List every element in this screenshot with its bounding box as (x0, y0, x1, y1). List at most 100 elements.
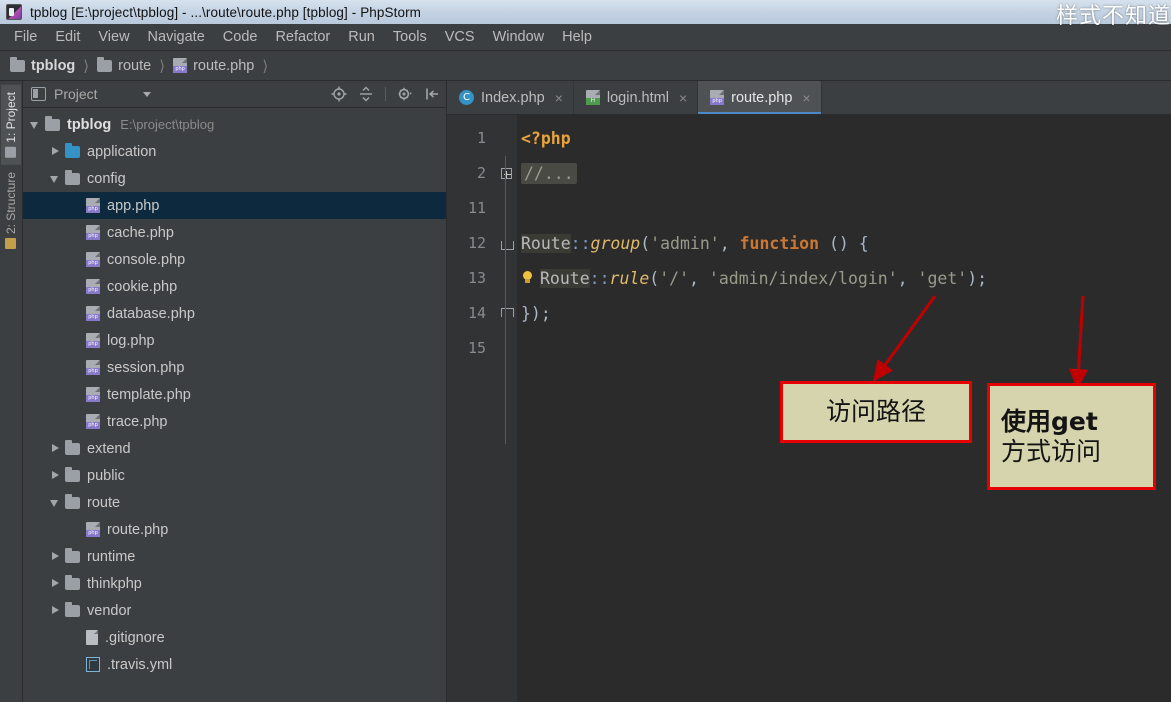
editor-tab-label: Index.php (481, 89, 545, 106)
code-token-class: Route (540, 269, 590, 288)
phpstorm-app-icon (6, 4, 22, 20)
project-file-tree[interactable]: tpblog E:\project\tpblog application con… (23, 108, 446, 702)
hide-panel-icon[interactable] (424, 86, 440, 102)
fold-collapse-group[interactable] (495, 226, 517, 261)
tree-row[interactable]: tpblog E:\project\tpblog (23, 111, 446, 138)
line-number: 11 (467, 199, 486, 217)
locate-target-icon[interactable] (331, 86, 347, 102)
editor-tab-label: route.php (731, 89, 793, 106)
chevron-right-icon[interactable] (49, 469, 62, 482)
editor-tab-login-html[interactable]: login.html × (574, 81, 699, 114)
tool-tab-project[interactable]: 1: Project (1, 85, 21, 165)
tree-item-label: tpblog (67, 116, 112, 133)
menu-item-tools[interactable]: Tools (384, 27, 436, 47)
close-icon[interactable]: × (802, 90, 810, 106)
tree-row[interactable]: .gitignore (23, 624, 446, 651)
fold-slot (495, 331, 517, 366)
menu-item-refactor[interactable]: Refactor (266, 27, 339, 47)
breadcrumb: tpblog ⟩ route ⟩ route.php ⟩ (0, 51, 1171, 81)
tree-row[interactable]: application (23, 138, 446, 165)
editor-tab-index-php[interactable]: C Index.php × (447, 81, 574, 114)
chevron-right-icon[interactable] (49, 604, 62, 617)
folder-icon (97, 56, 113, 72)
menu-item-run[interactable]: Run (339, 27, 384, 47)
code-token-rest: () { (819, 234, 869, 253)
tree-row[interactable]: vendor (23, 597, 446, 624)
fold-expand-comment[interactable] (495, 156, 517, 191)
fold-end-marker[interactable] (495, 296, 517, 331)
menu-item-help[interactable]: Help (553, 27, 601, 47)
code-folding-gutter[interactable] (495, 115, 517, 702)
folder-blue-icon (65, 142, 80, 158)
breadcrumb-item-route-php[interactable]: route.php (171, 58, 256, 74)
tool-tab-label: 1: Project (4, 92, 18, 143)
chevron-down-icon[interactable] (29, 118, 42, 131)
tree-row[interactable]: route.php (23, 516, 446, 543)
project-panel-title: Project (54, 86, 98, 102)
tree-row[interactable]: cookie.php (23, 273, 446, 300)
php-file-icon (86, 360, 100, 375)
php-file-icon (86, 279, 100, 294)
tree-row[interactable]: app.php (23, 192, 446, 219)
php-file-icon (86, 387, 100, 402)
tree-row[interactable]: log.php (23, 327, 446, 354)
line-number: 12 (467, 234, 486, 252)
tree-row[interactable]: .travis.yml (23, 651, 446, 678)
tree-row[interactable]: extend (23, 435, 446, 462)
code-token-operator: :: (570, 234, 591, 253)
close-icon[interactable]: × (679, 90, 687, 106)
php-open-tag: <?php (521, 129, 571, 148)
tree-row[interactable]: template.php (23, 381, 446, 408)
menu-item-window[interactable]: Window (484, 27, 554, 47)
code-token-string: 'admin/index/login' (708, 269, 898, 288)
code-line-1: <?php (517, 121, 1171, 156)
folded-comment[interactable]: //... (521, 163, 577, 184)
breadcrumb-item-tpblog[interactable]: tpblog (8, 56, 77, 74)
tree-row[interactable]: route (23, 489, 446, 516)
menu-item-edit[interactable]: Edit (46, 27, 89, 47)
chevron-right-icon[interactable] (49, 550, 62, 563)
tree-row[interactable]: thinkphp (23, 570, 446, 597)
tree-item-label: console.php (107, 251, 186, 268)
chevron-right-icon[interactable] (49, 145, 62, 158)
code-editor[interactable]: 1 2 11 12 13 14 15 <?php //... Route::gr… (447, 115, 1171, 702)
tree-row[interactable]: database.php (23, 300, 446, 327)
folder-icon (65, 169, 80, 185)
breadcrumb-item-route[interactable]: route (95, 56, 153, 74)
editor-tab-bar: C Index.php × login.html × route.php × (447, 81, 1171, 115)
chevron-down-icon[interactable] (142, 91, 151, 97)
folder-icon (65, 493, 80, 509)
editor-area: C Index.php × login.html × route.php × 1… (447, 81, 1171, 702)
code-token-end: ); (967, 269, 988, 288)
php-file-icon (173, 58, 188, 73)
tree-row[interactable]: runtime (23, 543, 446, 570)
chevron-down-icon[interactable] (49, 496, 62, 509)
tree-row[interactable]: session.php (23, 354, 446, 381)
tool-tab-structure[interactable]: 2: Structure (1, 165, 21, 256)
intention-bulb-icon[interactable] (521, 271, 534, 287)
menu-item-view[interactable]: View (89, 27, 138, 47)
menu-item-vcs[interactable]: VCS (436, 27, 484, 47)
code-content[interactable]: <?php //... Route::group('admin', functi… (517, 115, 1171, 702)
collapse-all-icon[interactable] (358, 86, 374, 102)
editor-tab-route-php[interactable]: route.php × (698, 81, 822, 114)
tree-item-label: session.php (107, 359, 185, 376)
chevron-right-icon[interactable] (49, 442, 62, 455)
tree-row[interactable]: public (23, 462, 446, 489)
folder-icon (65, 601, 80, 617)
menu-item-file[interactable]: File (5, 27, 46, 47)
tree-row[interactable]: trace.php (23, 408, 446, 435)
tree-row[interactable]: cache.php (23, 219, 446, 246)
text-file-icon (86, 630, 98, 645)
menu-item-code[interactable]: Code (214, 27, 267, 47)
menu-item-navigate[interactable]: Navigate (139, 27, 214, 47)
chevron-down-icon[interactable] (49, 172, 62, 185)
tree-item-label: .travis.yml (107, 656, 173, 673)
tree-row[interactable]: console.php (23, 246, 446, 273)
chevron-right-icon[interactable] (49, 577, 62, 590)
code-token-keyword: function (739, 234, 820, 253)
close-icon[interactable]: × (555, 90, 563, 106)
code-token-paren: ( (649, 269, 660, 288)
tree-row[interactable]: config (23, 165, 446, 192)
settings-gear-icon[interactable] (397, 86, 413, 102)
